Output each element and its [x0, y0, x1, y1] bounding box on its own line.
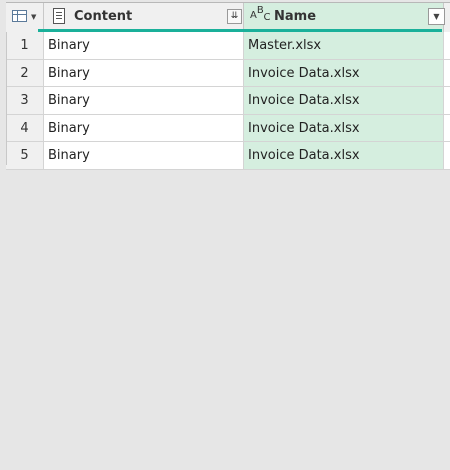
- cell-next[interactable]: [444, 142, 450, 169]
- row-number[interactable]: 4: [6, 114, 44, 141]
- row-number[interactable]: 2: [6, 59, 44, 86]
- cell-next[interactable]: [444, 59, 450, 86]
- cell-name[interactable]: Invoice Data.xlsx: [244, 114, 444, 141]
- table-row: 3 Binary Invoice Data.xlsx: [6, 87, 450, 115]
- grid-body: 1 Binary Master.xlsx 2 Binary Invoice Da…: [6, 32, 450, 170]
- row-number[interactable]: 5: [6, 142, 44, 169]
- caret-down-icon: ▼: [31, 13, 37, 21]
- cell-name[interactable]: Invoice Data.xlsx: [244, 142, 444, 169]
- row-number[interactable]: 3: [6, 87, 44, 114]
- table-icon: [12, 10, 27, 22]
- grid-left-border: [6, 32, 7, 165]
- column-header-label: Name: [274, 9, 317, 24]
- column-header-next[interactable]: [444, 3, 450, 32]
- row-number[interactable]: 1: [6, 32, 44, 59]
- cell-next[interactable]: [444, 32, 450, 59]
- column-header-content[interactable]: Content ⇊: [44, 3, 244, 32]
- cell-content[interactable]: Binary: [44, 32, 244, 59]
- expand-binary-icon[interactable]: ⇊: [227, 9, 242, 24]
- filter-dropdown-icon[interactable]: ▼: [428, 8, 445, 25]
- column-header-label: Content: [74, 9, 133, 24]
- cell-content[interactable]: Binary: [44, 114, 244, 141]
- table-row: 5 Binary Invoice Data.xlsx: [6, 142, 450, 170]
- table-row: 2 Binary Invoice Data.xlsx: [6, 59, 450, 87]
- cell-content[interactable]: Binary: [44, 142, 244, 169]
- column-header-name[interactable]: ABC Name ▼: [244, 3, 445, 32]
- binary-icon: [53, 8, 65, 24]
- table-menu-button[interactable]: ▼: [6, 3, 44, 32]
- table-row: 1 Binary Master.xlsx: [6, 32, 450, 60]
- cell-name[interactable]: Invoice Data.xlsx: [244, 87, 444, 114]
- cell-next[interactable]: [444, 87, 450, 114]
- cell-next[interactable]: [444, 114, 450, 141]
- cell-name[interactable]: Invoice Data.xlsx: [244, 59, 444, 86]
- cell-name[interactable]: Master.xlsx: [244, 32, 444, 59]
- cell-content[interactable]: Binary: [44, 87, 244, 114]
- cell-content[interactable]: Binary: [44, 59, 244, 86]
- abc-text-icon: ABC: [250, 5, 271, 23]
- table-row: 4 Binary Invoice Data.xlsx: [6, 114, 450, 142]
